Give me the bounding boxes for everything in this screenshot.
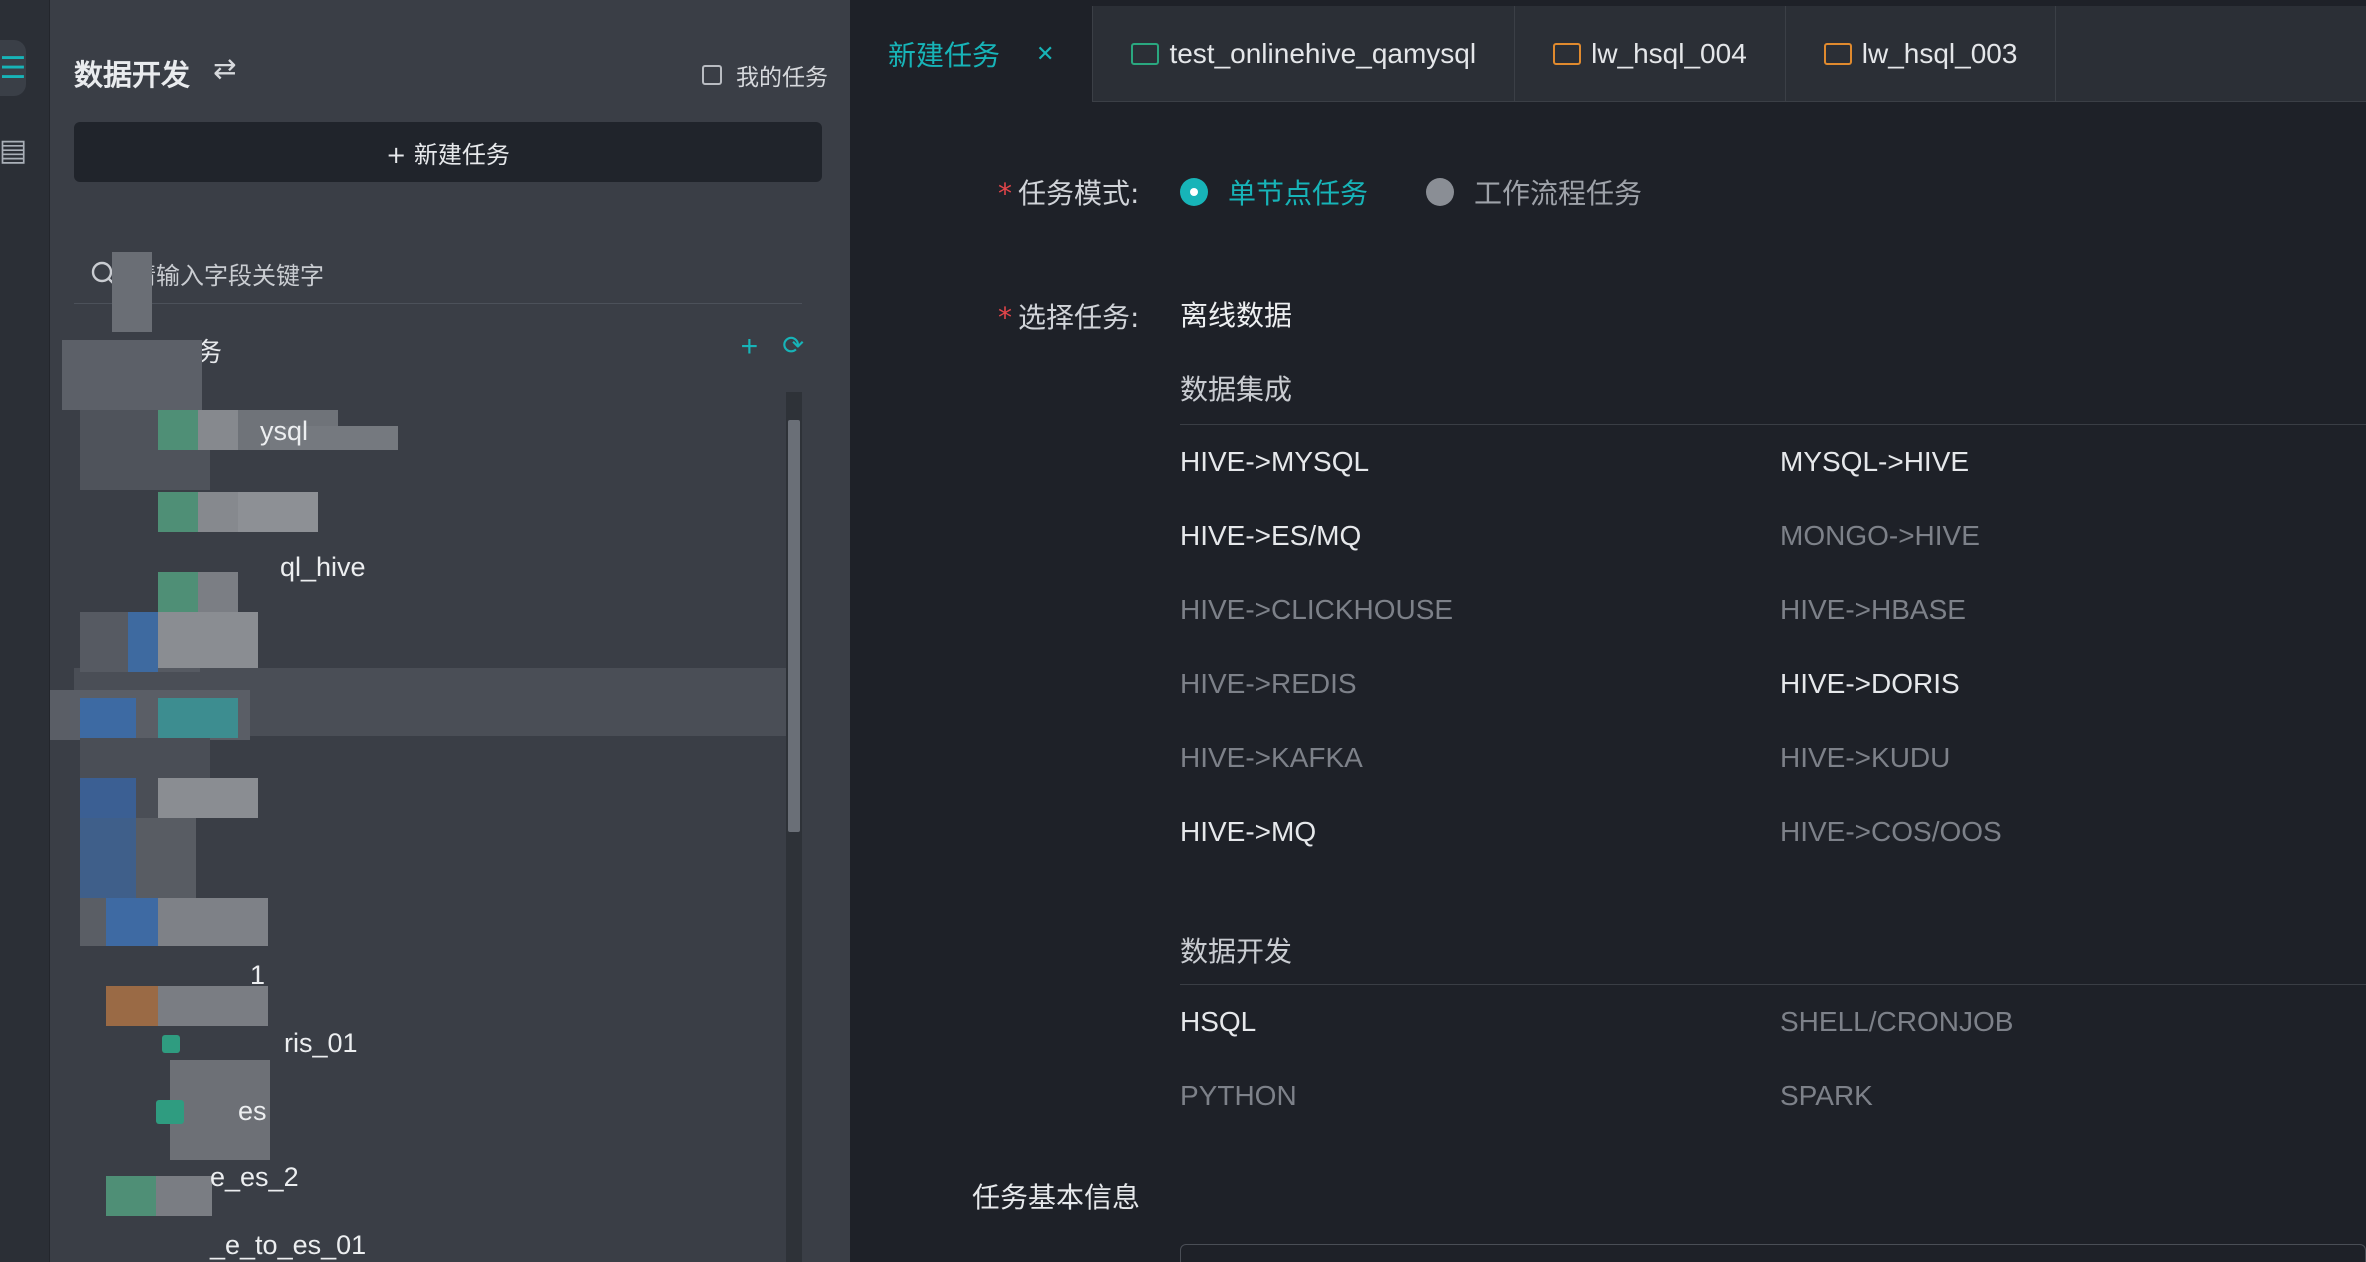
tab-label: lw_hsql_004 [1591,38,1747,69]
calendar-icon[interactable]: ▤ [0,122,27,178]
left-rail: ☰ ▤ [0,0,50,1262]
option-mongo-hive: MONGO->HIVE [1780,520,1980,551]
tab-new-task[interactable]: 新建任务 ✕ [850,6,1094,102]
tree-item[interactable]: es [156,1096,267,1127]
tree-item[interactable]: _e_to_es_01 [210,1230,366,1261]
option-shell-cronjob: SHELL/CRONJOB [1780,1006,2014,1037]
option-hive-kafka: HIVE->KAFKA [1180,742,1363,773]
tree-item-label: ris_01 [284,1028,358,1058]
folder-icon [1823,43,1852,65]
task-mode-label: * 任务模式: [998,177,1140,210]
search-bar[interactable]: 请输入字段关键字 [74,244,802,304]
folder-icon [1131,43,1160,65]
option-mysql-hive[interactable]: MYSQL->HIVE [1780,446,1969,478]
tree-item-label: 1 [250,960,266,990]
tree-item-label: e_es_2 [210,1162,299,1192]
my-tasks-label: 我的任务 [736,65,828,91]
menu-icon[interactable]: ☰ [0,40,26,96]
search-input[interactable]: 请输入字段关键字 [132,256,324,291]
single-node-task-radio[interactable]: 单节点任务 [1180,172,1368,212]
task-name-input[interactable] [1180,1244,2366,1262]
option-hive-doris[interactable]: HIVE->DORIS [1780,668,1960,700]
my-tasks-filter[interactable]: 我的任务 [702,58,828,92]
tab-bar: 新建任务 ✕ test_onlinehive_qamysql lw_hsql_0… [850,6,2366,102]
tab-label: lw_hsql_003 [1861,38,2018,69]
option-python: PYTHON [1180,1080,1297,1111]
tree-item[interactable]: ql_hive [280,552,366,583]
option-hive-kudu: HIVE->KUDU [1780,742,1951,773]
option-hive-hbase: HIVE->HBASE [1780,594,1966,625]
option-hive-es-mq[interactable]: HIVE->ES/MQ [1180,520,1361,552]
main-panel: 新建任务 ✕ test_onlinehive_qamysql lw_hsql_0… [850,0,2366,1262]
integration-divider [1180,424,2366,425]
option-hive-mysql[interactable]: HIVE->MYSQL [1180,446,1369,478]
tab-lw-hsql-004[interactable]: lw_hsql_004 [1515,6,1786,102]
tab-label: 新建任务 [888,39,1001,72]
task-basic-info-heading: 任务基本信息 [972,1181,1141,1214]
tree-item[interactable]: ris_01 [162,1028,358,1059]
tree-item[interactable]: 1 [250,960,265,991]
data-development-heading: 数据开发 [1180,935,1293,968]
tab-lw-hsql-003[interactable]: lw_hsql_003 [1786,6,2057,102]
radio-label: 工作流程任务 [1474,177,1643,210]
refresh-icon[interactable]: ⟳ [782,330,804,364]
option-hive-cos-oos: HIVE->COS/OOS [1780,816,2002,847]
switch-icon[interactable]: ⇄ [213,52,236,85]
tree-item[interactable]: e_es_2 [210,1162,299,1193]
tree-item-label: es [238,1096,267,1126]
select-task-label: * 选择任务: [998,301,1140,334]
tree-scrollbar-thumb[interactable] [788,420,800,832]
tree-item[interactable]: ysql [260,416,308,447]
option-hive-clickhouse: HIVE->CLICKHOUSE [1180,594,1454,625]
my-tasks-checkbox[interactable] [702,65,722,85]
development-divider [1180,984,2366,985]
data-integration-heading: 数据集成 [1180,373,1293,406]
option-spark: SPARK [1780,1080,1873,1111]
new-task-button[interactable]: + 新建任务 [74,122,822,182]
tree-item-label: ysql [260,416,309,446]
radio-label: 单节点任务 [1228,177,1369,210]
folder-icon [1553,43,1582,65]
workflow-task-radio[interactable]: 工作流程任务 [1426,172,1642,212]
option-hsql[interactable]: HSQL [1180,1006,1256,1038]
tree-item-label: _e_to_es_01 [210,1230,367,1260]
task-sidebar: 数据开发 ⇄ 我的任务 + 新建任务 请输入字段关键字 ✓ 务 + ⟳ [50,0,850,1262]
tab-test-onlinehive-qamysql[interactable]: test_onlinehive_qamysql [1093,6,1516,102]
hive-file-icon [156,1099,184,1124]
close-icon[interactable]: ✕ [1036,42,1054,67]
option-hive-redis: HIVE->REDIS [1180,668,1357,699]
tree-item-label: ql_hive [280,552,366,582]
sidebar-title: 数据开发 [74,58,191,92]
offline-data-heading: 离线数据 [1180,299,1293,332]
tab-label: test_onlinehive_qamysql [1169,38,1477,69]
radio-unselected-icon [1426,178,1454,206]
add-icon[interactable]: + [741,330,759,364]
radio-selected-icon [1180,178,1208,206]
option-hive-mq[interactable]: HIVE->MQ [1180,816,1316,848]
hive-file-icon [162,1034,180,1053]
